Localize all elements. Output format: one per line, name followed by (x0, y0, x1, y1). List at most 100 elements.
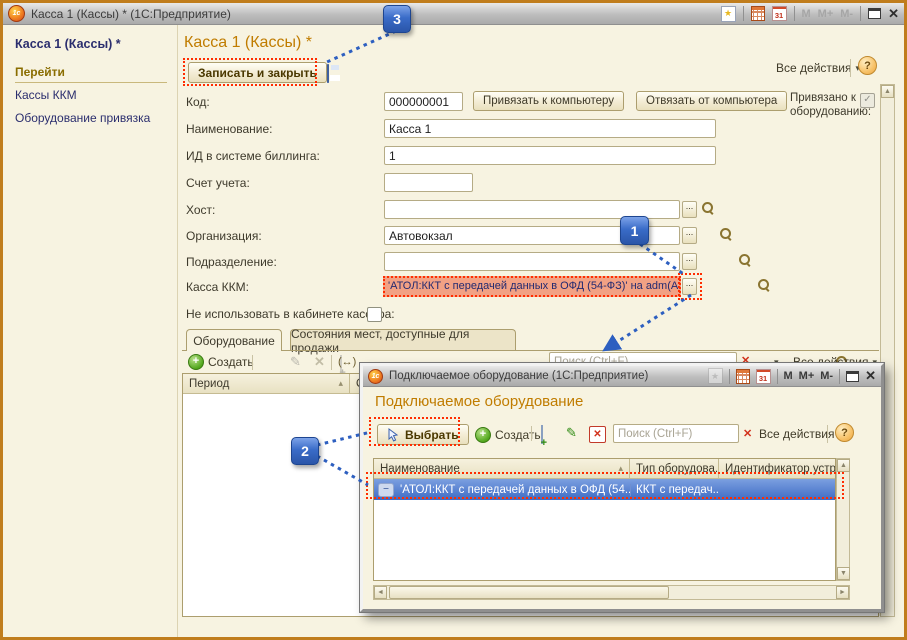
dialog-titlebar: 1с Подключаемое оборудование (1С:Предпри… (363, 366, 881, 387)
sidebar-item-oborudovanie-privyazka[interactable]: Оборудование привязка (15, 111, 150, 125)
plus-circle-icon: + (475, 427, 491, 443)
device-table: Наименование ▴ Тип оборудова... Идентифи… (373, 458, 836, 581)
scroll-down-icon[interactable]: ▼ (837, 567, 850, 580)
device-name-cell: 'АТОЛ:ККТ с передачей данных в ОФД (54..… (400, 484, 630, 496)
tab-oborudovanie[interactable]: Оборудование (186, 329, 282, 351)
sidebar-item-kassy-kkm[interactable]: Кассы ККМ (15, 88, 77, 102)
department-lookup-button[interactable]: ... (682, 253, 697, 270)
kkm-label: Касса ККМ: (186, 280, 249, 294)
select-label: Выбрать (405, 428, 459, 442)
name-label: Наименование: (186, 122, 273, 136)
dialog-help-button[interactable]: ? (835, 423, 854, 442)
host-lookup-button[interactable]: ... (682, 201, 697, 218)
column-naimenovanie[interactable]: Наименование ▴ (374, 459, 630, 478)
app-1c-icon: 1с (8, 5, 25, 22)
app-1c-icon: 1с (368, 369, 383, 384)
sort-icon: ▴ (338, 378, 343, 389)
titlebar-separator (794, 6, 795, 21)
scroll-right-icon[interactable]: ► (836, 586, 849, 599)
cursor-hand-icon (387, 428, 400, 442)
favorites-icon[interactable]: ★ (708, 368, 723, 384)
billing-id-field[interactable] (384, 146, 716, 165)
kkm-search-icon[interactable] (757, 278, 771, 292)
department-field[interactable] (384, 252, 680, 271)
memory-recall-button[interactable]: М (784, 370, 793, 382)
sort-icon: ▴ (618, 463, 623, 474)
dialog-all-actions-button[interactable]: Все действия ▾ (759, 427, 843, 441)
toolbar-separator (531, 426, 532, 441)
memory-minus-button[interactable]: М- (840, 8, 853, 20)
dialog-search-input[interactable] (613, 424, 739, 443)
column-tip-label: Тип оборудова... (636, 463, 719, 475)
column-period[interactable]: Период ▴ (183, 374, 350, 393)
edit-pencil-icon[interactable]: ✎ (290, 355, 301, 368)
unbind-computer-button[interactable]: Отвязать от компьютера (636, 91, 787, 111)
organization-search-icon[interactable] (719, 227, 733, 241)
copy-item-icon[interactable] (541, 425, 543, 444)
page-title: Касса 1 (Кассы) * (184, 34, 312, 52)
host-search-icon[interactable] (701, 201, 715, 215)
memory-recall-button[interactable]: М (802, 8, 811, 20)
toolbar-separator (850, 59, 851, 77)
step-badge-3: 3 (383, 5, 411, 33)
column-naimenovanie-label: Наименование (380, 463, 460, 475)
form-all-actions-label: Все действия (776, 61, 851, 75)
dialog-search-clear-icon[interactable]: ✕ (743, 427, 752, 440)
scroll-up-icon[interactable]: ▲ (881, 85, 894, 98)
maximize-button[interactable] (868, 8, 881, 19)
scrollbar-thumb[interactable] (389, 586, 669, 599)
department-search-icon[interactable] (738, 253, 752, 267)
delete-x-icon[interactable]: ✕ (314, 354, 325, 370)
code-field[interactable] (384, 92, 463, 111)
calendar-icon[interactable]: 31 (772, 6, 787, 21)
cashier-checkbox[interactable] (367, 307, 382, 322)
select-button[interactable]: Выбрать (377, 424, 469, 445)
account-field[interactable] (384, 173, 473, 192)
delete-x-icon[interactable]: ✕ (589, 426, 606, 443)
bound-to-equipment-label: Привязано к оборудованию: (790, 91, 860, 119)
main-titlebar: 1с Касса 1 (Кассы) * (1С:Предприятие) ★ … (3, 3, 904, 25)
bound-to-equipment-checkbox[interactable]: ✓ (860, 93, 875, 108)
organization-lookup-button[interactable]: ... (682, 227, 697, 244)
bind-computer-button[interactable]: Привязать к компьютеру (473, 91, 624, 111)
department-label: Подразделение: (186, 255, 277, 269)
memory-plus-button[interactable]: М+ (799, 370, 815, 382)
toolbar-separator (252, 355, 253, 370)
device-row-selected[interactable]: – 'АТОЛ:ККТ с передачей данных в ОФД (54… (374, 479, 835, 500)
calculator-icon[interactable] (736, 369, 750, 384)
calendar-icon[interactable]: 31 (756, 369, 771, 384)
scroll-left-icon[interactable]: ◄ (374, 586, 387, 599)
column-identifikator-label: Идентификатор устрой (725, 463, 835, 475)
create-button[interactable]: + Создать (188, 354, 254, 370)
sidebar-title: Касса 1 (Кассы) * (15, 37, 121, 51)
dialog-create-label: Создать (495, 428, 541, 442)
toolbar-separator (331, 355, 332, 370)
scroll-up-icon[interactable]: ▲ (837, 459, 850, 472)
favorites-icon[interactable]: ★ (721, 6, 736, 22)
name-field[interactable] (384, 119, 716, 138)
kkm-lookup-button[interactable]: ... (682, 278, 697, 295)
save-icon[interactable] (327, 64, 329, 83)
kkm-field[interactable]: 'АТОЛ:ККТ с передачей данных в ОФД (54-Ф… (383, 276, 681, 297)
dialog-vertical-scrollbar[interactable] (836, 458, 850, 581)
close-button[interactable]: ✕ (865, 370, 876, 382)
memory-plus-button[interactable]: М+ (818, 8, 834, 20)
tab-sostoyaniya-mest[interactable]: Состояния мест, доступные для продажи (290, 329, 516, 351)
edit-pencil-icon[interactable]: ✎ (566, 426, 577, 439)
calculator-icon[interactable] (751, 6, 765, 21)
save-close-button[interactable]: Записать и закрыть (188, 62, 327, 83)
column-tip[interactable]: Тип оборудова... (630, 459, 719, 478)
memory-minus-button[interactable]: М- (820, 370, 833, 382)
resize-columns-icon[interactable]: (↔) (338, 356, 356, 368)
titlebar-separator (860, 6, 861, 21)
host-label: Хост: (186, 203, 215, 217)
create-label: Создать (208, 355, 254, 369)
column-identifikator[interactable]: Идентификатор устрой (719, 459, 835, 478)
titlebar-separator (729, 369, 730, 384)
close-button[interactable]: ✕ (888, 8, 899, 20)
cashier-checkbox-label: Не использовать в кабинете кассира: (186, 307, 395, 321)
help-button[interactable]: ? (858, 56, 877, 75)
step-badge-2: 2 (291, 437, 319, 465)
maximize-button[interactable] (846, 371, 859, 382)
form-all-actions-button[interactable]: Все действия ▾ (776, 61, 860, 75)
